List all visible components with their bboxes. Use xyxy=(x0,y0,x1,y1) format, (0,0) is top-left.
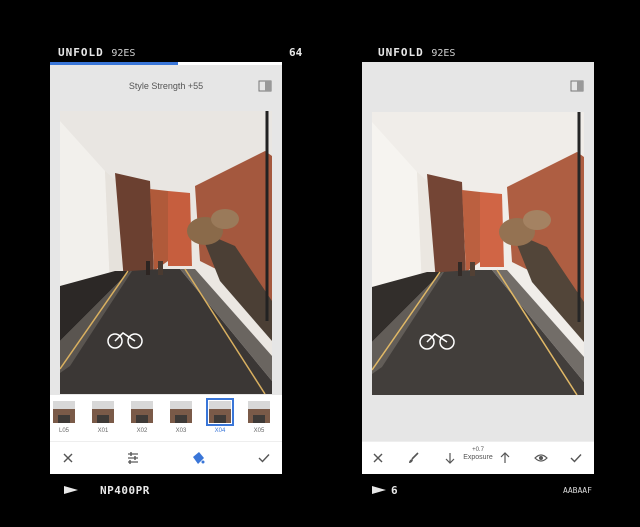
filter-label: X02 xyxy=(136,428,148,434)
arrow-down-icon[interactable] xyxy=(442,450,458,466)
check-icon[interactable] xyxy=(256,450,272,466)
filter-thumbnail xyxy=(53,401,75,423)
style-strength-progress xyxy=(50,62,282,65)
arrow-up-icon[interactable] xyxy=(497,450,513,466)
left-brand: UNFOLD 92ES xyxy=(58,46,135,59)
filter-thumbnail xyxy=(92,401,114,423)
check-icon[interactable] xyxy=(568,450,584,466)
right-phone-screen: +0.7 Exposure xyxy=(362,62,594,474)
exposure-value: +0.7 xyxy=(472,447,484,453)
filter-thumbnail xyxy=(170,401,192,423)
sliders-icon[interactable] xyxy=(125,450,141,466)
left-brand-sub: 92ES xyxy=(111,48,136,59)
right-brand-sub: 92ES xyxy=(431,48,456,59)
filter-label: X03 xyxy=(175,428,187,434)
filter-label: X04 xyxy=(214,428,226,434)
compare-icon[interactable] xyxy=(570,80,584,92)
style-strength-progress-fill xyxy=(50,62,178,65)
paint-bucket-icon[interactable] xyxy=(190,450,206,466)
right-brand: UNFOLD 92ES xyxy=(378,46,455,59)
left-toolbar xyxy=(50,441,282,474)
compare-icon[interactable] xyxy=(258,80,272,92)
left-frame-number: 64 xyxy=(289,46,303,59)
left-phone-screen: Style Strength +55 L05 X01 X02 X03 X04 X… xyxy=(50,62,282,474)
close-icon[interactable] xyxy=(370,450,386,466)
filter-strip: L05 X01 X02 X03 X04 X05 xyxy=(50,395,282,442)
filter-label: X01 xyxy=(97,428,109,434)
brush-icon[interactable] xyxy=(406,450,422,466)
eye-icon[interactable] xyxy=(533,450,549,466)
style-strength-title: Style Strength +55 xyxy=(128,81,204,91)
filter-item-x01[interactable]: X01 xyxy=(91,401,115,434)
left-brand-text: UNFOLD xyxy=(58,46,104,59)
street-photo-edited xyxy=(372,112,584,395)
right-brand-text: UNFOLD xyxy=(378,46,424,59)
filter-label: L05 xyxy=(58,428,69,434)
filter-item-x03[interactable]: X03 xyxy=(169,401,193,434)
filter-item-x04[interactable]: X04 xyxy=(206,398,234,434)
left-bottom-label: NP400PR xyxy=(100,484,150,497)
filter-thumbnail xyxy=(131,401,153,423)
filter-item-x05[interactable]: X05 xyxy=(247,401,271,434)
left-frame-arrow-icon xyxy=(64,486,78,494)
filter-item-l05[interactable]: L05 xyxy=(52,401,76,434)
filter-thumbnail xyxy=(206,398,234,426)
right-frame-number: 6 xyxy=(391,484,398,497)
filter-thumbnail xyxy=(248,401,270,423)
right-toolbar: +0.7 Exposure xyxy=(362,441,594,474)
street-photo xyxy=(60,111,272,394)
right-frame-arrow-icon xyxy=(372,486,386,494)
right-frame-code: AABAAF xyxy=(563,486,592,495)
close-icon[interactable] xyxy=(60,450,76,466)
exposure-readout: +0.7 Exposure xyxy=(460,446,496,462)
exposure-label: Exposure xyxy=(463,454,493,461)
filter-item-x02[interactable]: X02 xyxy=(130,401,154,434)
filter-label: X05 xyxy=(253,428,265,434)
